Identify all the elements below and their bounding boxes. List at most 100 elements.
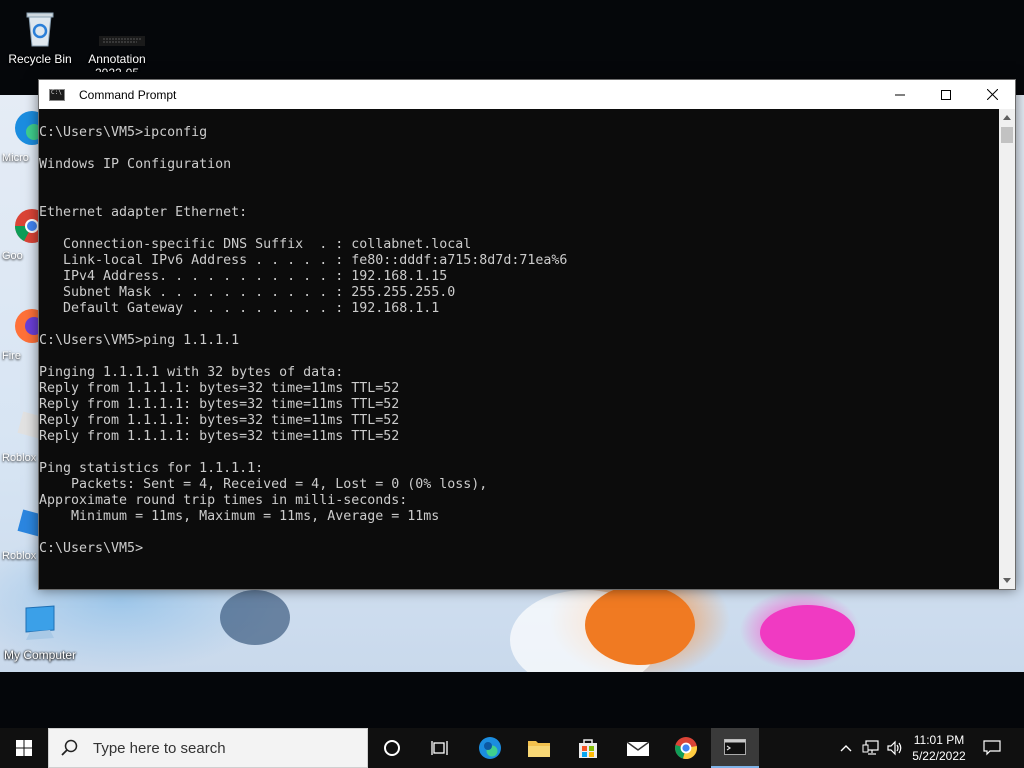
desktop-icon-label: Goo bbox=[2, 250, 23, 262]
console-line: C:\Users\VM5>ping 1.1.1.1 bbox=[39, 333, 240, 348]
taskbar-mail-button[interactable] bbox=[614, 728, 662, 768]
desktop-icon-annotation[interactable]: Annotation 2022-05 bbox=[77, 8, 157, 72]
desktop-icon-label: Annotation bbox=[88, 52, 146, 66]
taskbar-search-box[interactable]: Type here to search bbox=[48, 728, 368, 768]
mail-icon bbox=[626, 741, 650, 756]
desktop-icon-recycle-bin[interactable]: Recycle Bin bbox=[0, 8, 80, 66]
window-title: Command Prompt bbox=[79, 87, 177, 102]
recycle-bin-icon bbox=[20, 8, 60, 48]
console-line: Packets: Sent = 4, Received = 4, Lost = … bbox=[39, 477, 488, 492]
window-titlebar[interactable]: Command Prompt bbox=[39, 80, 1015, 109]
console-line: Subnet Mask . . . . . . . . . . . : 255.… bbox=[39, 285, 456, 300]
console-line: Reply from 1.1.1.1: bytes=32 time=11ms T… bbox=[39, 381, 400, 396]
search-icon bbox=[61, 739, 78, 756]
terminal-icon bbox=[49, 88, 65, 101]
console-line: Reply from 1.1.1.1: bytes=32 time=11ms T… bbox=[39, 397, 400, 412]
taskbar-cortana-button[interactable] bbox=[368, 728, 416, 768]
vertical-scrollbar[interactable] bbox=[999, 109, 1015, 589]
desktop-icon-label: Roblox bbox=[2, 550, 37, 562]
maximize-button[interactable] bbox=[923, 80, 969, 109]
command-prompt-window[interactable]: Command Prompt C:\Users\VM5>ipconfig Wind… bbox=[38, 79, 1016, 590]
notification-center-button[interactable] bbox=[978, 728, 1006, 768]
console-line: Pinging 1.1.1.1 with 32 bytes of data: bbox=[39, 365, 344, 380]
clock-date: 5/22/2022 bbox=[912, 749, 966, 763]
search-placeholder: Type here to search bbox=[93, 739, 226, 757]
console-line: Ethernet adapter Ethernet: bbox=[39, 205, 248, 220]
cortana-circle-icon bbox=[384, 740, 400, 756]
wallpaper-pink-shape bbox=[760, 605, 855, 660]
console-line: Link-local IPv6 Address . . . . . : fe80… bbox=[39, 253, 568, 268]
console-line: Windows IP Configuration bbox=[39, 157, 232, 172]
minimize-icon bbox=[895, 94, 905, 95]
store-bag-icon bbox=[579, 739, 597, 758]
computer-monitor-icon bbox=[20, 604, 60, 644]
edge-browser-icon bbox=[479, 737, 501, 759]
network-icon bbox=[862, 740, 879, 755]
console-line: C:\Users\VM5> bbox=[39, 541, 144, 556]
console-line: Reply from 1.1.1.1: bytes=32 time=11ms T… bbox=[39, 413, 400, 428]
desktop-icon-label: Roblox bbox=[2, 452, 37, 464]
console-line: C:\Users\VM5>ipconfig bbox=[39, 125, 208, 140]
console-line: Reply from 1.1.1.1: bytes=32 time=11ms T… bbox=[39, 429, 400, 444]
close-icon bbox=[986, 89, 998, 100]
minimize-button[interactable] bbox=[877, 80, 923, 109]
roblox-studio-icon bbox=[17, 509, 40, 537]
roblox-icon bbox=[17, 411, 40, 439]
edge-browser-icon bbox=[15, 111, 40, 145]
taskbar-task-view-button[interactable] bbox=[416, 728, 464, 768]
desktop-icon-edge[interactable]: Micro bbox=[0, 108, 40, 168]
chevron-up-icon bbox=[1003, 115, 1011, 120]
tray-show-hidden-button[interactable] bbox=[836, 728, 856, 768]
desktop-icon-label: Micro bbox=[2, 152, 29, 164]
wallpaper-blue-shape bbox=[220, 590, 290, 645]
console-line: Approximate round trip times in milli-se… bbox=[39, 493, 408, 508]
speaker-icon bbox=[887, 740, 902, 756]
tray-volume-button[interactable] bbox=[884, 728, 906, 768]
desktop-icon-roblox-studio[interactable]: Roblox bbox=[0, 506, 40, 566]
taskbar: Type here to search 11:01 PM 5/22/2022 bbox=[0, 728, 1024, 768]
chrome-browser-icon bbox=[15, 209, 40, 243]
desktop-icon-label: Fire bbox=[2, 350, 21, 362]
firefox-browser-icon bbox=[15, 309, 40, 343]
chevron-up-icon bbox=[840, 745, 852, 752]
desktop-icon-chrome[interactable]: Goo bbox=[0, 206, 40, 266]
taskbar-file-explorer-button[interactable] bbox=[515, 728, 563, 768]
desktop-icon-my-computer[interactable]: My Computer bbox=[0, 604, 80, 662]
image-file-icon bbox=[97, 8, 145, 48]
desktop-icon-sublabel: 2022-05 bbox=[77, 66, 157, 72]
scroll-down-button[interactable] bbox=[999, 572, 1015, 589]
taskbar-edge-button[interactable] bbox=[466, 728, 514, 768]
chrome-browser-icon bbox=[675, 737, 697, 760]
console-line: IPv4 Address. . . . . . . . . . . : 192.… bbox=[39, 269, 448, 284]
taskbar-clock[interactable]: 11:01 PM 5/22/2022 bbox=[906, 732, 972, 764]
console-output[interactable]: C:\Users\VM5>ipconfig Windows IP Configur… bbox=[39, 109, 999, 589]
close-button[interactable] bbox=[969, 80, 1015, 109]
console-line: Ping statistics for 1.1.1.1: bbox=[39, 461, 264, 476]
folder-icon bbox=[528, 741, 550, 757]
scroll-up-button[interactable] bbox=[999, 109, 1015, 126]
console-line: Connection-specific DNS Suffix . : colla… bbox=[39, 237, 472, 252]
tray-network-button[interactable] bbox=[860, 728, 882, 768]
taskbar-store-button[interactable] bbox=[564, 728, 612, 768]
taskbar-chrome-button[interactable] bbox=[662, 728, 710, 768]
desktop-icon-label: My Computer bbox=[3, 648, 77, 662]
scroll-thumb[interactable] bbox=[1001, 127, 1013, 143]
desktop-icon-roblox[interactable]: Roblox bbox=[0, 408, 40, 468]
clock-time: 11:01 PM bbox=[913, 733, 965, 747]
notification-icon bbox=[983, 740, 1001, 756]
desktop-icon-firefox[interactable]: Fire bbox=[0, 306, 40, 366]
wallpaper-orange-shape bbox=[585, 585, 695, 665]
windows-logo-icon bbox=[16, 740, 32, 756]
start-button[interactable] bbox=[0, 728, 48, 768]
terminal-icon bbox=[724, 739, 746, 755]
desktop-icon-label: Recycle Bin bbox=[8, 52, 72, 66]
taskbar-command-prompt-button[interactable] bbox=[711, 728, 759, 768]
